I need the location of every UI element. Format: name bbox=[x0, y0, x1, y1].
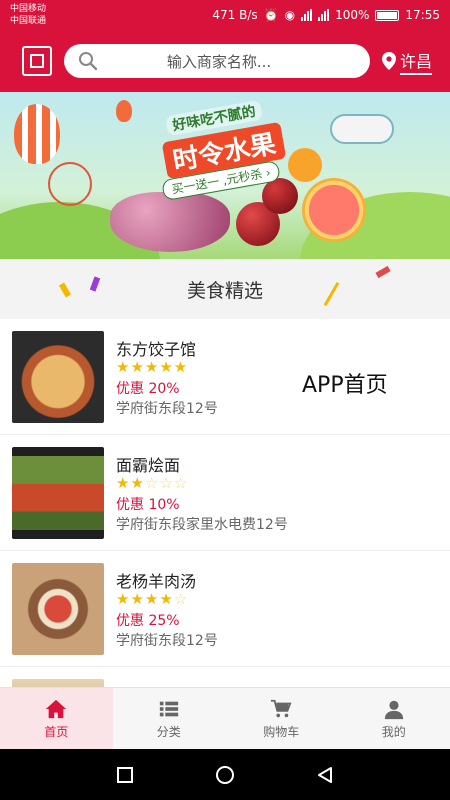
balloon-icon-small bbox=[116, 100, 132, 122]
restaurant-name: 面霸烩面 bbox=[116, 455, 181, 475]
tab-category[interactable]: 分类 bbox=[113, 688, 226, 749]
list-item[interactable]: 老杨羊肉汤 ★★★★☆ 优惠 25% 学府街东段12号 bbox=[0, 551, 450, 667]
orange-image bbox=[288, 148, 322, 182]
clock: 17:55 bbox=[405, 8, 440, 22]
tab-label: 首页 bbox=[44, 724, 69, 739]
item-info: 老杨羊肉汤 ★★★★☆ 优惠 25% 学府街东段12号 bbox=[116, 568, 218, 650]
cherries-image-2 bbox=[262, 178, 298, 214]
grapefruit-image bbox=[302, 178, 366, 242]
user-icon bbox=[384, 700, 403, 719]
confetti-decoration bbox=[375, 265, 391, 279]
airplane-icon bbox=[330, 114, 394, 144]
address-label: 学府街东段12号 bbox=[116, 400, 218, 417]
search-icon bbox=[79, 52, 98, 71]
status-right: 471 B/s ⏰ ◉ 100% 17:55 bbox=[212, 8, 440, 22]
list-item[interactable] bbox=[0, 667, 450, 687]
location-selector[interactable]: 许昌 bbox=[382, 48, 433, 75]
list-icon bbox=[159, 701, 178, 716]
search-input[interactable]: 输入商家名称... bbox=[64, 44, 370, 78]
section-title: 美食精选 bbox=[186, 279, 263, 302]
system-nav-bar bbox=[0, 749, 450, 800]
bottom-tab-bar: 首页 分类 购物车 我的 bbox=[0, 687, 450, 749]
address-label: 学府街东段家里水电费12号 bbox=[116, 516, 288, 533]
top-bar: 中国移动 中国联通 471 B/s ⏰ ◉ 100% 17:55 输入商家名称.… bbox=[0, 0, 450, 92]
discount-label: 优惠 10% bbox=[116, 496, 180, 513]
discount-label: 优惠 25% bbox=[116, 612, 180, 629]
food-thumbnail bbox=[12, 446, 104, 539]
eye-icon: ◉ bbox=[284, 8, 296, 22]
home-circle-icon[interactable] bbox=[215, 765, 235, 785]
item-info: 东方饺子馆 ★★★★★ 优惠 20% 学府街东段12号 bbox=[116, 336, 218, 418]
food-thumbnail bbox=[12, 678, 104, 687]
confetti-decoration bbox=[58, 282, 72, 298]
battery-icon bbox=[375, 9, 400, 21]
signal-icon-2 bbox=[318, 9, 330, 21]
food-thumbnail bbox=[12, 562, 104, 655]
star-rating: ★★★★☆ bbox=[116, 589, 189, 608]
tab-mine[interactable]: 我的 bbox=[338, 688, 450, 749]
city-label: 许昌 bbox=[400, 48, 433, 75]
food-thumbnail bbox=[12, 330, 104, 423]
restaurant-name: 东方饺子馆 bbox=[116, 339, 197, 359]
battery-percent: 100% bbox=[335, 8, 370, 22]
header: 输入商家名称... 许昌 bbox=[0, 30, 450, 92]
list-item[interactable]: 面霸烩面 ★★☆☆☆ 优惠 10% 学府街东段家里水电费12号 bbox=[0, 435, 450, 551]
tab-label: 购物车 bbox=[263, 724, 300, 739]
discount-label: 优惠 20% bbox=[116, 380, 180, 397]
ferris-wheel-icon bbox=[48, 162, 92, 206]
cart-icon bbox=[271, 699, 292, 717]
recents-icon[interactable] bbox=[115, 765, 135, 785]
carrier-1: 中国移动 bbox=[10, 4, 47, 14]
balloon-icon bbox=[14, 104, 60, 164]
grapes-image bbox=[110, 192, 230, 252]
tab-cart[interactable]: 购物车 bbox=[225, 688, 338, 749]
home-icon bbox=[46, 699, 67, 718]
signal-icon bbox=[301, 9, 313, 21]
qr-scan-icon[interactable] bbox=[22, 46, 52, 76]
section-header: 美食精选 bbox=[0, 259, 450, 319]
star-rating: ★★★★★ bbox=[116, 357, 189, 376]
promo-banner[interactable]: 好味吃不腻的 时令水果 买一送一 ,元秒杀 › bbox=[0, 92, 450, 259]
alarm-icon: ⏰ bbox=[263, 8, 279, 22]
tab-home[interactable]: 首页 bbox=[0, 688, 113, 749]
overlay-caption: APP首页 bbox=[302, 373, 388, 398]
tab-label: 分类 bbox=[156, 724, 181, 739]
item-info: 面霸烩面 ★★☆☆☆ 优惠 10% 学府街东段家里水电费12号 bbox=[116, 452, 288, 534]
restaurant-name: 老杨羊肉汤 bbox=[116, 571, 197, 591]
network-speed: 471 B/s bbox=[212, 8, 258, 22]
back-triangle-icon[interactable] bbox=[315, 765, 335, 785]
search-placeholder: 输入商家名称... bbox=[166, 52, 272, 71]
confetti-decoration bbox=[323, 281, 340, 307]
address-label: 学府街东段12号 bbox=[116, 632, 218, 649]
star-rating: ★★☆☆☆ bbox=[116, 473, 189, 492]
carriers: 中国移动 中国联通 bbox=[10, 3, 46, 27]
status-bar: 中国移动 中国联通 471 B/s ⏰ ◉ 100% 17:55 bbox=[0, 0, 450, 30]
carrier-2: 中国联通 bbox=[10, 16, 47, 26]
confetti-decoration bbox=[89, 276, 101, 292]
map-pin-icon bbox=[382, 52, 396, 70]
tab-label: 我的 bbox=[381, 724, 406, 739]
